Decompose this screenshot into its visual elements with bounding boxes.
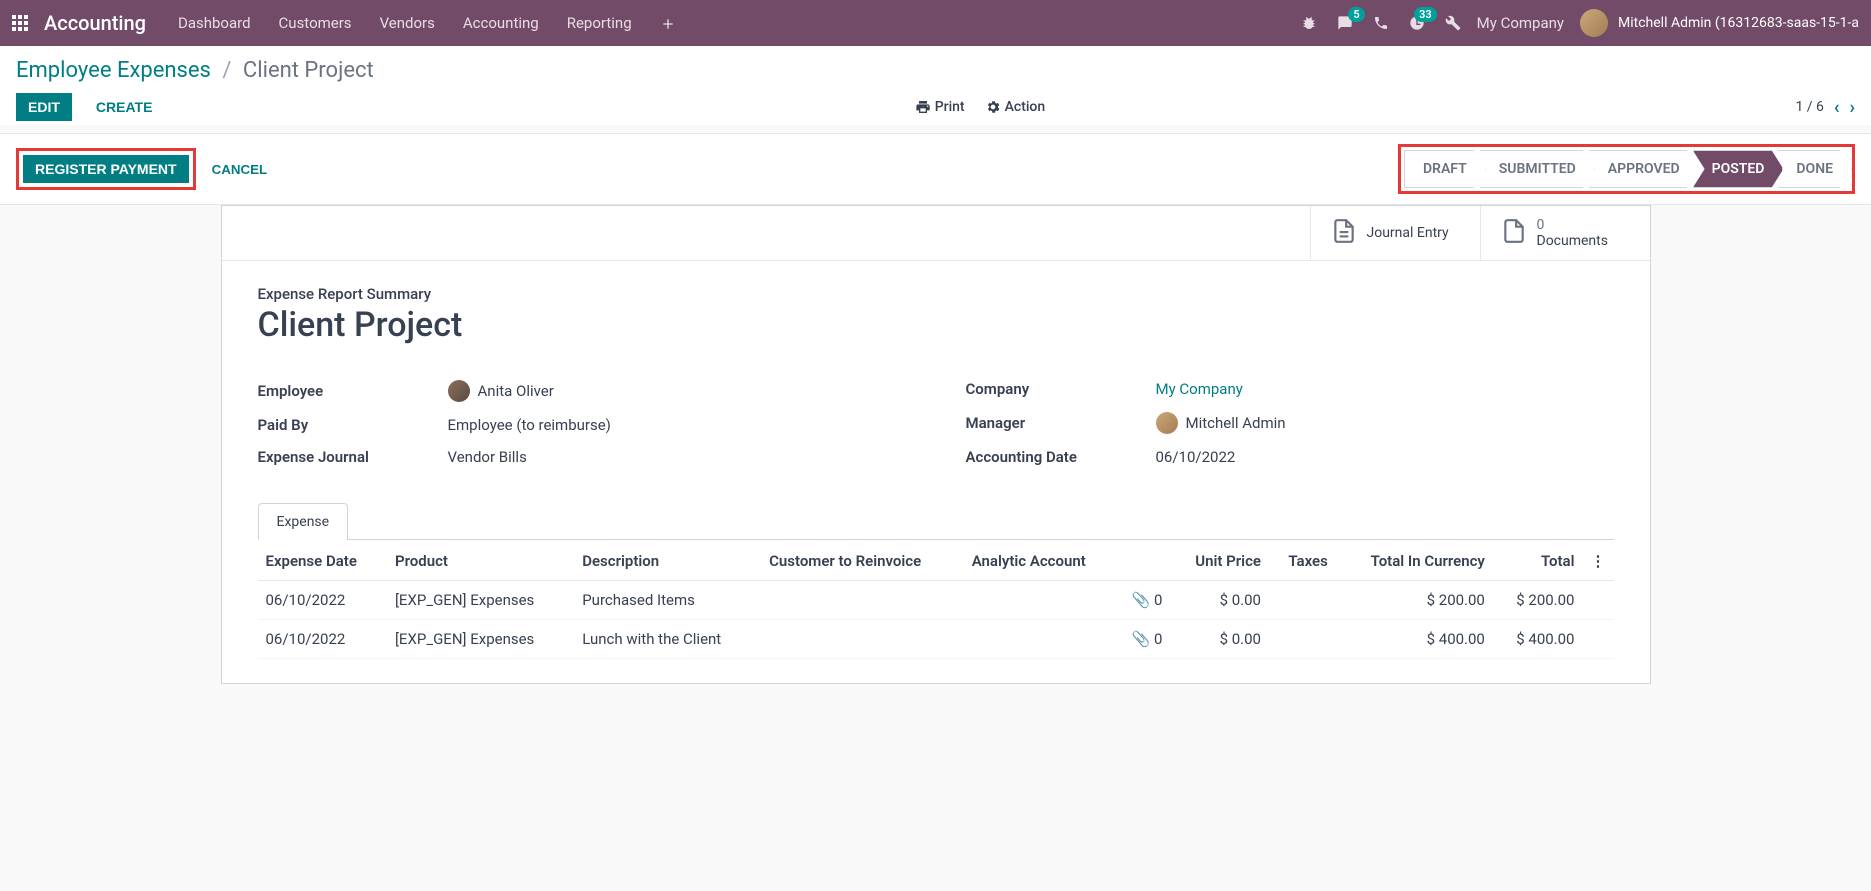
title-label: Expense Report Summary	[258, 285, 1614, 303]
accdate-label: Accounting Date	[966, 448, 1156, 466]
action-button[interactable]: Action	[985, 99, 1046, 115]
col-curr: Total In Currency	[1336, 542, 1493, 581]
status-done[interactable]: DONE	[1777, 150, 1852, 188]
statusbar-row: Register Payment Cancel DRAFT SUBMITTED …	[0, 133, 1871, 205]
app-brand[interactable]: Accounting	[44, 11, 146, 35]
attachment-icon[interactable]: 📎	[1132, 630, 1151, 648]
table-row[interactable]: 06/10/2022[EXP_GEN] ExpensesPurchased It…	[258, 581, 1614, 620]
highlight-right: DRAFT SUBMITTED APPROVED POSTED DONE	[1398, 144, 1855, 194]
company-label: Company	[966, 380, 1156, 398]
table-row[interactable]: 06/10/2022[EXP_GEN] ExpensesLunch with t…	[258, 620, 1614, 659]
journal-label: Expense Journal	[258, 448, 448, 466]
activities-icon[interactable]: 33	[1409, 15, 1425, 31]
nav-menu: Dashboard Customers Vendors Accounting R…	[178, 14, 676, 32]
pager-count: 1 / 6	[1795, 99, 1823, 115]
journal-value: Vendor Bills	[448, 448, 906, 466]
record-title: Client Project	[258, 305, 1614, 345]
control-panel: Employee Expenses / Client Project Edit …	[0, 46, 1871, 125]
paidby-label: Paid By	[258, 416, 448, 434]
col-total: Total	[1493, 542, 1583, 581]
apps-icon[interactable]	[12, 15, 28, 31]
manager-label: Manager	[966, 414, 1156, 432]
status-approved[interactable]: APPROVED	[1589, 150, 1699, 188]
messages-icon[interactable]: 5	[1337, 15, 1353, 31]
user-menu[interactable]: Mitchell Admin (16312683-saas-15-1-a	[1580, 9, 1859, 37]
messages-badge: 5	[1348, 7, 1364, 22]
employee-avatar	[448, 380, 470, 402]
col-cust: Customer to Reinvoice	[761, 542, 964, 581]
attachment-icon[interactable]: 📎	[1132, 591, 1151, 609]
status-draft[interactable]: DRAFT	[1404, 150, 1486, 188]
manager-value: Mitchell Admin	[1186, 414, 1286, 432]
col-taxes: Taxes	[1269, 542, 1336, 581]
col-product: Product	[387, 542, 574, 581]
document-icon	[1501, 216, 1527, 250]
top-navbar: Accounting Dashboard Customers Vendors A…	[0, 0, 1871, 46]
col-desc: Description	[574, 542, 761, 581]
nav-reporting[interactable]: Reporting	[567, 14, 632, 32]
manager-avatar	[1156, 412, 1178, 434]
accdate-value: 06/10/2022	[1156, 448, 1614, 466]
activities-badge: 33	[1414, 7, 1437, 22]
highlight-left: Register Payment	[16, 148, 196, 190]
phone-icon[interactable]	[1373, 15, 1389, 31]
expense-table: Expense Date Product Description Custome…	[258, 542, 1614, 659]
status-posted[interactable]: POSTED	[1693, 150, 1784, 188]
company-value[interactable]: My Company	[1156, 380, 1243, 398]
paidby-value: Employee (to reimburse)	[448, 416, 906, 434]
optional-columns-icon[interactable]: ⋮	[1583, 542, 1614, 581]
company-selector[interactable]: My Company	[1477, 14, 1564, 32]
nav-customers[interactable]: Customers	[279, 14, 352, 32]
register-payment-button[interactable]: Register Payment	[23, 155, 189, 183]
nav-vendors[interactable]: Vendors	[380, 14, 435, 32]
form-sheet: Journal Entry 0Documents Expense Report …	[221, 205, 1651, 684]
breadcrumb-current: Client Project	[243, 58, 374, 83]
status-chain: DRAFT SUBMITTED APPROVED POSTED DONE	[1404, 150, 1852, 188]
print-button[interactable]: Print	[915, 99, 965, 115]
tab-expense[interactable]: Expense	[258, 503, 349, 540]
nav-dashboard[interactable]: Dashboard	[178, 14, 251, 32]
pager-prev-icon[interactable]: ‹	[1834, 97, 1840, 118]
create-button[interactable]: Create	[84, 93, 165, 121]
col-uprice: Unit Price	[1170, 542, 1269, 581]
user-avatar	[1580, 9, 1608, 37]
breadcrumb-parent[interactable]: Employee Expenses	[16, 58, 211, 83]
col-analytic: Analytic Account	[964, 542, 1121, 581]
debug-icon[interactable]	[1301, 15, 1317, 31]
employee-value: Anita Oliver	[478, 382, 554, 400]
tools-icon[interactable]	[1445, 15, 1461, 31]
tab-list: Expense	[258, 503, 1614, 540]
nav-accounting[interactable]: Accounting	[463, 14, 539, 32]
status-submitted[interactable]: SUBMITTED	[1480, 150, 1595, 188]
cancel-button[interactable]: Cancel	[202, 156, 278, 183]
breadcrumb: Employee Expenses / Client Project	[16, 58, 1855, 83]
pager-next-icon[interactable]: ›	[1850, 97, 1855, 118]
nav-plus-icon[interactable]	[660, 14, 676, 32]
print-icon	[915, 99, 931, 115]
nav-systray: 5 33	[1301, 15, 1461, 31]
journal-entry-button[interactable]: Journal Entry	[1310, 206, 1480, 260]
user-name: Mitchell Admin (16312683-saas-15-1-a	[1618, 15, 1859, 31]
documents-button[interactable]: 0Documents	[1480, 206, 1650, 260]
gear-icon	[985, 99, 1001, 115]
document-icon	[1331, 216, 1357, 250]
edit-button[interactable]: Edit	[16, 93, 72, 121]
col-date: Expense Date	[258, 542, 387, 581]
button-box: Journal Entry 0Documents	[222, 206, 1650, 261]
employee-label: Employee	[258, 382, 448, 400]
